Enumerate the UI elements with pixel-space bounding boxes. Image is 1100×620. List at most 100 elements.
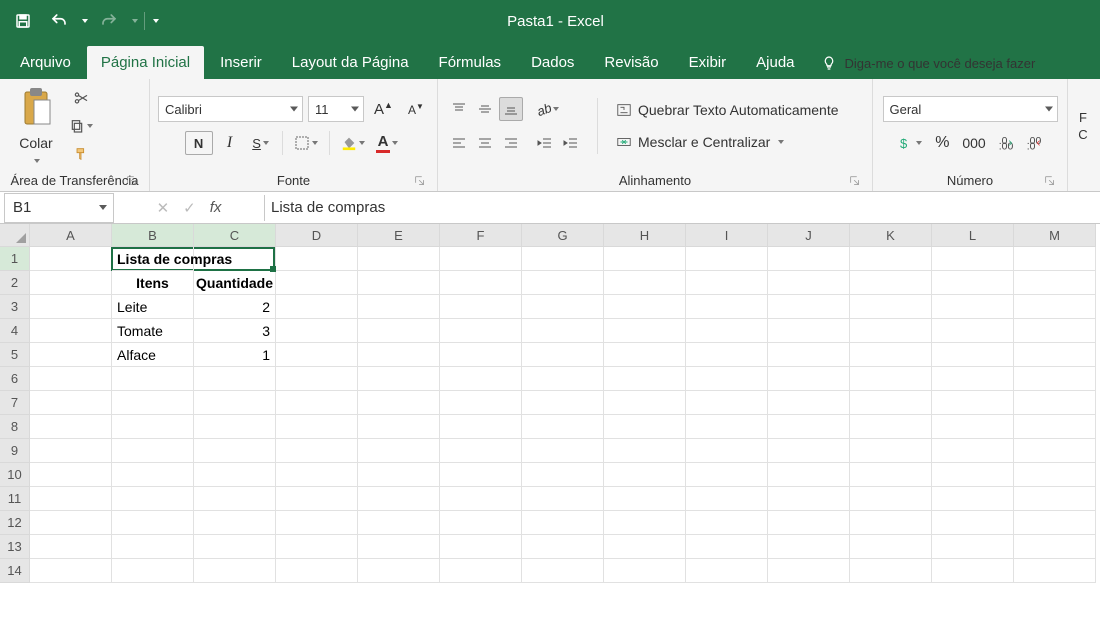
cell-J5[interactable] (768, 343, 850, 367)
cell-B5[interactable]: Alface (112, 343, 194, 367)
cell-D11[interactable] (276, 487, 358, 511)
cell-D3[interactable] (276, 295, 358, 319)
column-header-C[interactable]: C (194, 224, 276, 247)
row-header-14[interactable]: 14 (0, 559, 30, 583)
number-format-combo[interactable]: Geral (883, 96, 1058, 122)
save-icon[interactable] (8, 7, 38, 35)
dialog-launcher-icon[interactable] (125, 174, 139, 188)
cell-M1[interactable] (1014, 247, 1096, 271)
tab-help[interactable]: Ajuda (742, 46, 808, 79)
cell-A1[interactable] (30, 247, 112, 271)
cell-E8[interactable] (358, 415, 440, 439)
cell-B13[interactable] (112, 535, 194, 559)
dialog-launcher-icon[interactable] (848, 174, 862, 188)
cell-D10[interactable] (276, 463, 358, 487)
cell-A13[interactable] (30, 535, 112, 559)
cell-H14[interactable] (604, 559, 686, 583)
cell-I14[interactable] (686, 559, 768, 583)
row-header-10[interactable]: 10 (0, 463, 30, 487)
cell-F6[interactable] (440, 367, 522, 391)
cell-J2[interactable] (768, 271, 850, 295)
decrease-decimal-button[interactable]: .00.0 (1022, 131, 1046, 155)
cell-J4[interactable] (768, 319, 850, 343)
cell-C4[interactable]: 3 (194, 319, 276, 343)
cell-J12[interactable] (768, 511, 850, 535)
row-header-12[interactable]: 12 (0, 511, 30, 535)
cell-M10[interactable] (1014, 463, 1096, 487)
cell-A7[interactable] (30, 391, 112, 415)
row-header-5[interactable]: 5 (0, 343, 30, 367)
row-header-8[interactable]: 8 (0, 415, 30, 439)
cell-E9[interactable] (358, 439, 440, 463)
column-header-F[interactable]: F (440, 224, 522, 247)
cell-I1[interactable] (686, 247, 768, 271)
cell-L7[interactable] (932, 391, 1014, 415)
cell-H3[interactable] (604, 295, 686, 319)
comma-style-button[interactable]: 000 (958, 131, 989, 155)
bold-button[interactable]: N (185, 131, 213, 155)
cell-A3[interactable] (30, 295, 112, 319)
fx-icon[interactable]: fx (210, 199, 222, 216)
tab-view[interactable]: Exibir (675, 46, 741, 79)
cell-C9[interactable] (194, 439, 276, 463)
cell-A8[interactable] (30, 415, 112, 439)
cell-L14[interactable] (932, 559, 1014, 583)
cell-L5[interactable] (932, 343, 1014, 367)
cell-D5[interactable] (276, 343, 358, 367)
cell-D6[interactable] (276, 367, 358, 391)
cell-L1[interactable] (932, 247, 1014, 271)
cell-K4[interactable] (850, 319, 932, 343)
cell-G4[interactable] (522, 319, 604, 343)
cell-E7[interactable] (358, 391, 440, 415)
cell-G14[interactable] (522, 559, 604, 583)
cell-L2[interactable] (932, 271, 1014, 295)
italic-button[interactable]: I (216, 131, 244, 155)
cell-D8[interactable] (276, 415, 358, 439)
cell-G8[interactable] (522, 415, 604, 439)
cell-L4[interactable] (932, 319, 1014, 343)
select-all-corner[interactable] (0, 224, 30, 247)
cell-H12[interactable] (604, 511, 686, 535)
borders-button[interactable] (290, 131, 322, 155)
column-header-K[interactable]: K (850, 224, 932, 247)
percent-button[interactable]: % (930, 131, 954, 155)
cell-M3[interactable] (1014, 295, 1096, 319)
tell-me-search[interactable]: Diga-me o que você deseja fazer (811, 49, 1046, 77)
cell-D13[interactable] (276, 535, 358, 559)
cell-C13[interactable] (194, 535, 276, 559)
cell-F9[interactable] (440, 439, 522, 463)
cell-I13[interactable] (686, 535, 768, 559)
cell-A5[interactable] (30, 343, 112, 367)
font-name-combo[interactable]: Calibri (158, 96, 303, 122)
cell-C2[interactable]: Quantidade (194, 271, 276, 295)
column-header-I[interactable]: I (686, 224, 768, 247)
cell-K6[interactable] (850, 367, 932, 391)
cell-G9[interactable] (522, 439, 604, 463)
dialog-launcher-icon[interactable] (413, 174, 427, 188)
increase-indent-button[interactable] (559, 131, 583, 155)
tab-file[interactable]: Arquivo (6, 46, 85, 79)
cell-K3[interactable] (850, 295, 932, 319)
cell-J10[interactable] (768, 463, 850, 487)
cell-B3[interactable]: Leite (112, 295, 194, 319)
cell-M13[interactable] (1014, 535, 1096, 559)
align-left-button[interactable] (447, 131, 471, 155)
row-header-2[interactable]: 2 (0, 271, 30, 295)
increase-decimal-button[interactable]: .0.00 (994, 131, 1018, 155)
cell-A12[interactable] (30, 511, 112, 535)
cell-E6[interactable] (358, 367, 440, 391)
cell-B6[interactable] (112, 367, 194, 391)
cell-L6[interactable] (932, 367, 1014, 391)
cell-I6[interactable] (686, 367, 768, 391)
row-header-4[interactable]: 4 (0, 319, 30, 343)
cell-A14[interactable] (30, 559, 112, 583)
column-header-L[interactable]: L (932, 224, 1014, 247)
cell-E14[interactable] (358, 559, 440, 583)
orientation-button[interactable]: ab (533, 97, 563, 121)
align-bottom-button[interactable] (499, 97, 523, 121)
tab-data[interactable]: Dados (517, 46, 588, 79)
cell-M9[interactable] (1014, 439, 1096, 463)
cell-D9[interactable] (276, 439, 358, 463)
cell-B7[interactable] (112, 391, 194, 415)
cell-I4[interactable] (686, 319, 768, 343)
